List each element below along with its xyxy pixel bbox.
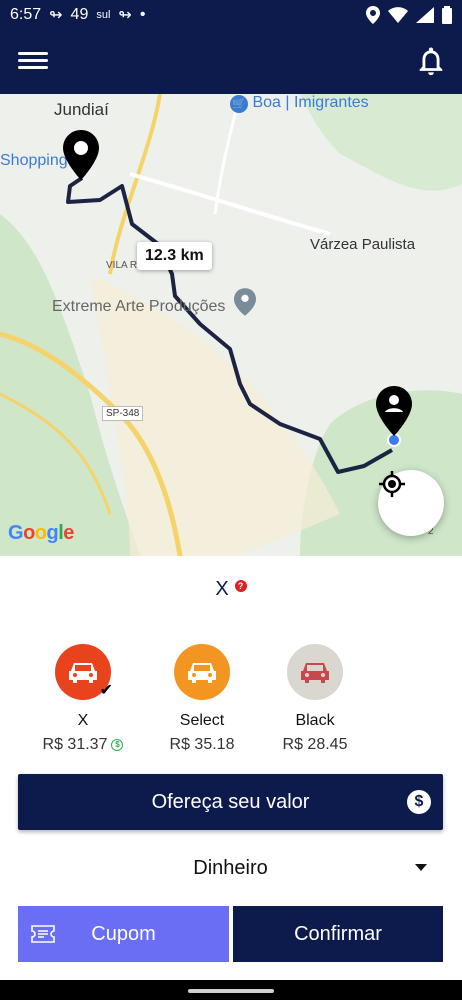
notification-icon: ↬ (49, 7, 63, 24)
status-bar: 6:57 ↬ 49 sul ↬ • (0, 0, 462, 30)
distance-badge: 12.3 km (137, 242, 212, 270)
category-name: Black (295, 712, 335, 729)
notification-icon-3: ↬ (118, 7, 132, 24)
location-status-icon (366, 6, 380, 24)
ride-options-sheet: X? ✔ X R$ 31.37 $ Select R$ 35.18 Black R… (0, 556, 462, 980)
route-map[interactable]: Jundiaí Shopping 🛒 Boa | Imigrantes Várz… (0, 94, 462, 556)
map-label-varzea: Várzea Paulista (310, 236, 416, 253)
map-label-shopping: Shopping (0, 152, 68, 169)
dropdown-caret-icon (415, 864, 427, 871)
bell-icon[interactable] (414, 44, 448, 78)
category-select[interactable]: Select R$ 35.18 (142, 644, 262, 754)
dot-icon: • (139, 6, 146, 23)
battery-icon (442, 6, 452, 24)
map-poi-pin-icon (234, 288, 256, 316)
hamburger-menu-icon[interactable] (18, 48, 48, 76)
selected-check-icon: ✔ (99, 682, 113, 699)
app-bar (0, 30, 462, 94)
payment-method: Dinheiro (193, 856, 268, 879)
confirm-label: Confirmar (294, 922, 382, 945)
category-name: X (77, 712, 89, 729)
map-label-city: Jundiaí (54, 100, 109, 119)
ticket-icon (31, 925, 55, 943)
category-price: R$ 35.18 (169, 736, 235, 753)
signal-icon (416, 7, 434, 23)
status-time: 6:57 (10, 6, 42, 23)
payment-method-dropdown[interactable]: Dinheiro (18, 846, 443, 890)
selected-category-title: X? (0, 578, 462, 601)
wifi-icon (388, 7, 408, 23)
car-icon (287, 644, 343, 700)
category-price: R$ 28.45 (282, 736, 348, 753)
coupon-button[interactable]: Cupom (18, 906, 229, 962)
origin-pin-icon (62, 130, 100, 180)
google-logo: Google (8, 522, 74, 544)
car-icon: ✔ (55, 644, 113, 700)
category-x[interactable]: ✔ X R$ 31.37 $ (23, 644, 143, 754)
notification-icon-2: sul (96, 9, 111, 21)
home-gesture-handle[interactable] (188, 989, 274, 993)
category-black[interactable]: Black R$ 28.45 (255, 644, 375, 754)
confirm-button[interactable]: Confirmar (233, 906, 443, 962)
help-icon[interactable]: ? (234, 580, 247, 592)
coupon-label: Cupom (91, 922, 156, 945)
category-name: Select (179, 712, 225, 729)
destination-pin-icon (375, 386, 413, 436)
map-road-badge: SP-348 (102, 406, 144, 421)
my-location-icon (379, 471, 405, 497)
map-poi-imigrantes: 🛒 Boa | Imigrantes (230, 94, 369, 113)
dollar-icon: $ (407, 790, 431, 814)
map-label-poi1: Boa | Imigrantes (252, 94, 369, 111)
offer-label: Ofereça seu valor (151, 790, 310, 813)
map-label-poi2: Extreme Arte Produções (52, 298, 226, 315)
category-price: R$ 31.37 $ (23, 736, 143, 754)
notification-count: 49 (70, 6, 89, 23)
shopping-cart-icon: 🛒 (230, 95, 248, 113)
my-location-button[interactable] (378, 470, 444, 536)
car-icon (174, 644, 230, 700)
selected-category-name: X (215, 578, 229, 600)
cash-discount-icon: $ (111, 739, 124, 751)
offer-value-button[interactable]: Ofereça seu valor $ (18, 774, 443, 830)
system-nav-bar (0, 980, 462, 1000)
